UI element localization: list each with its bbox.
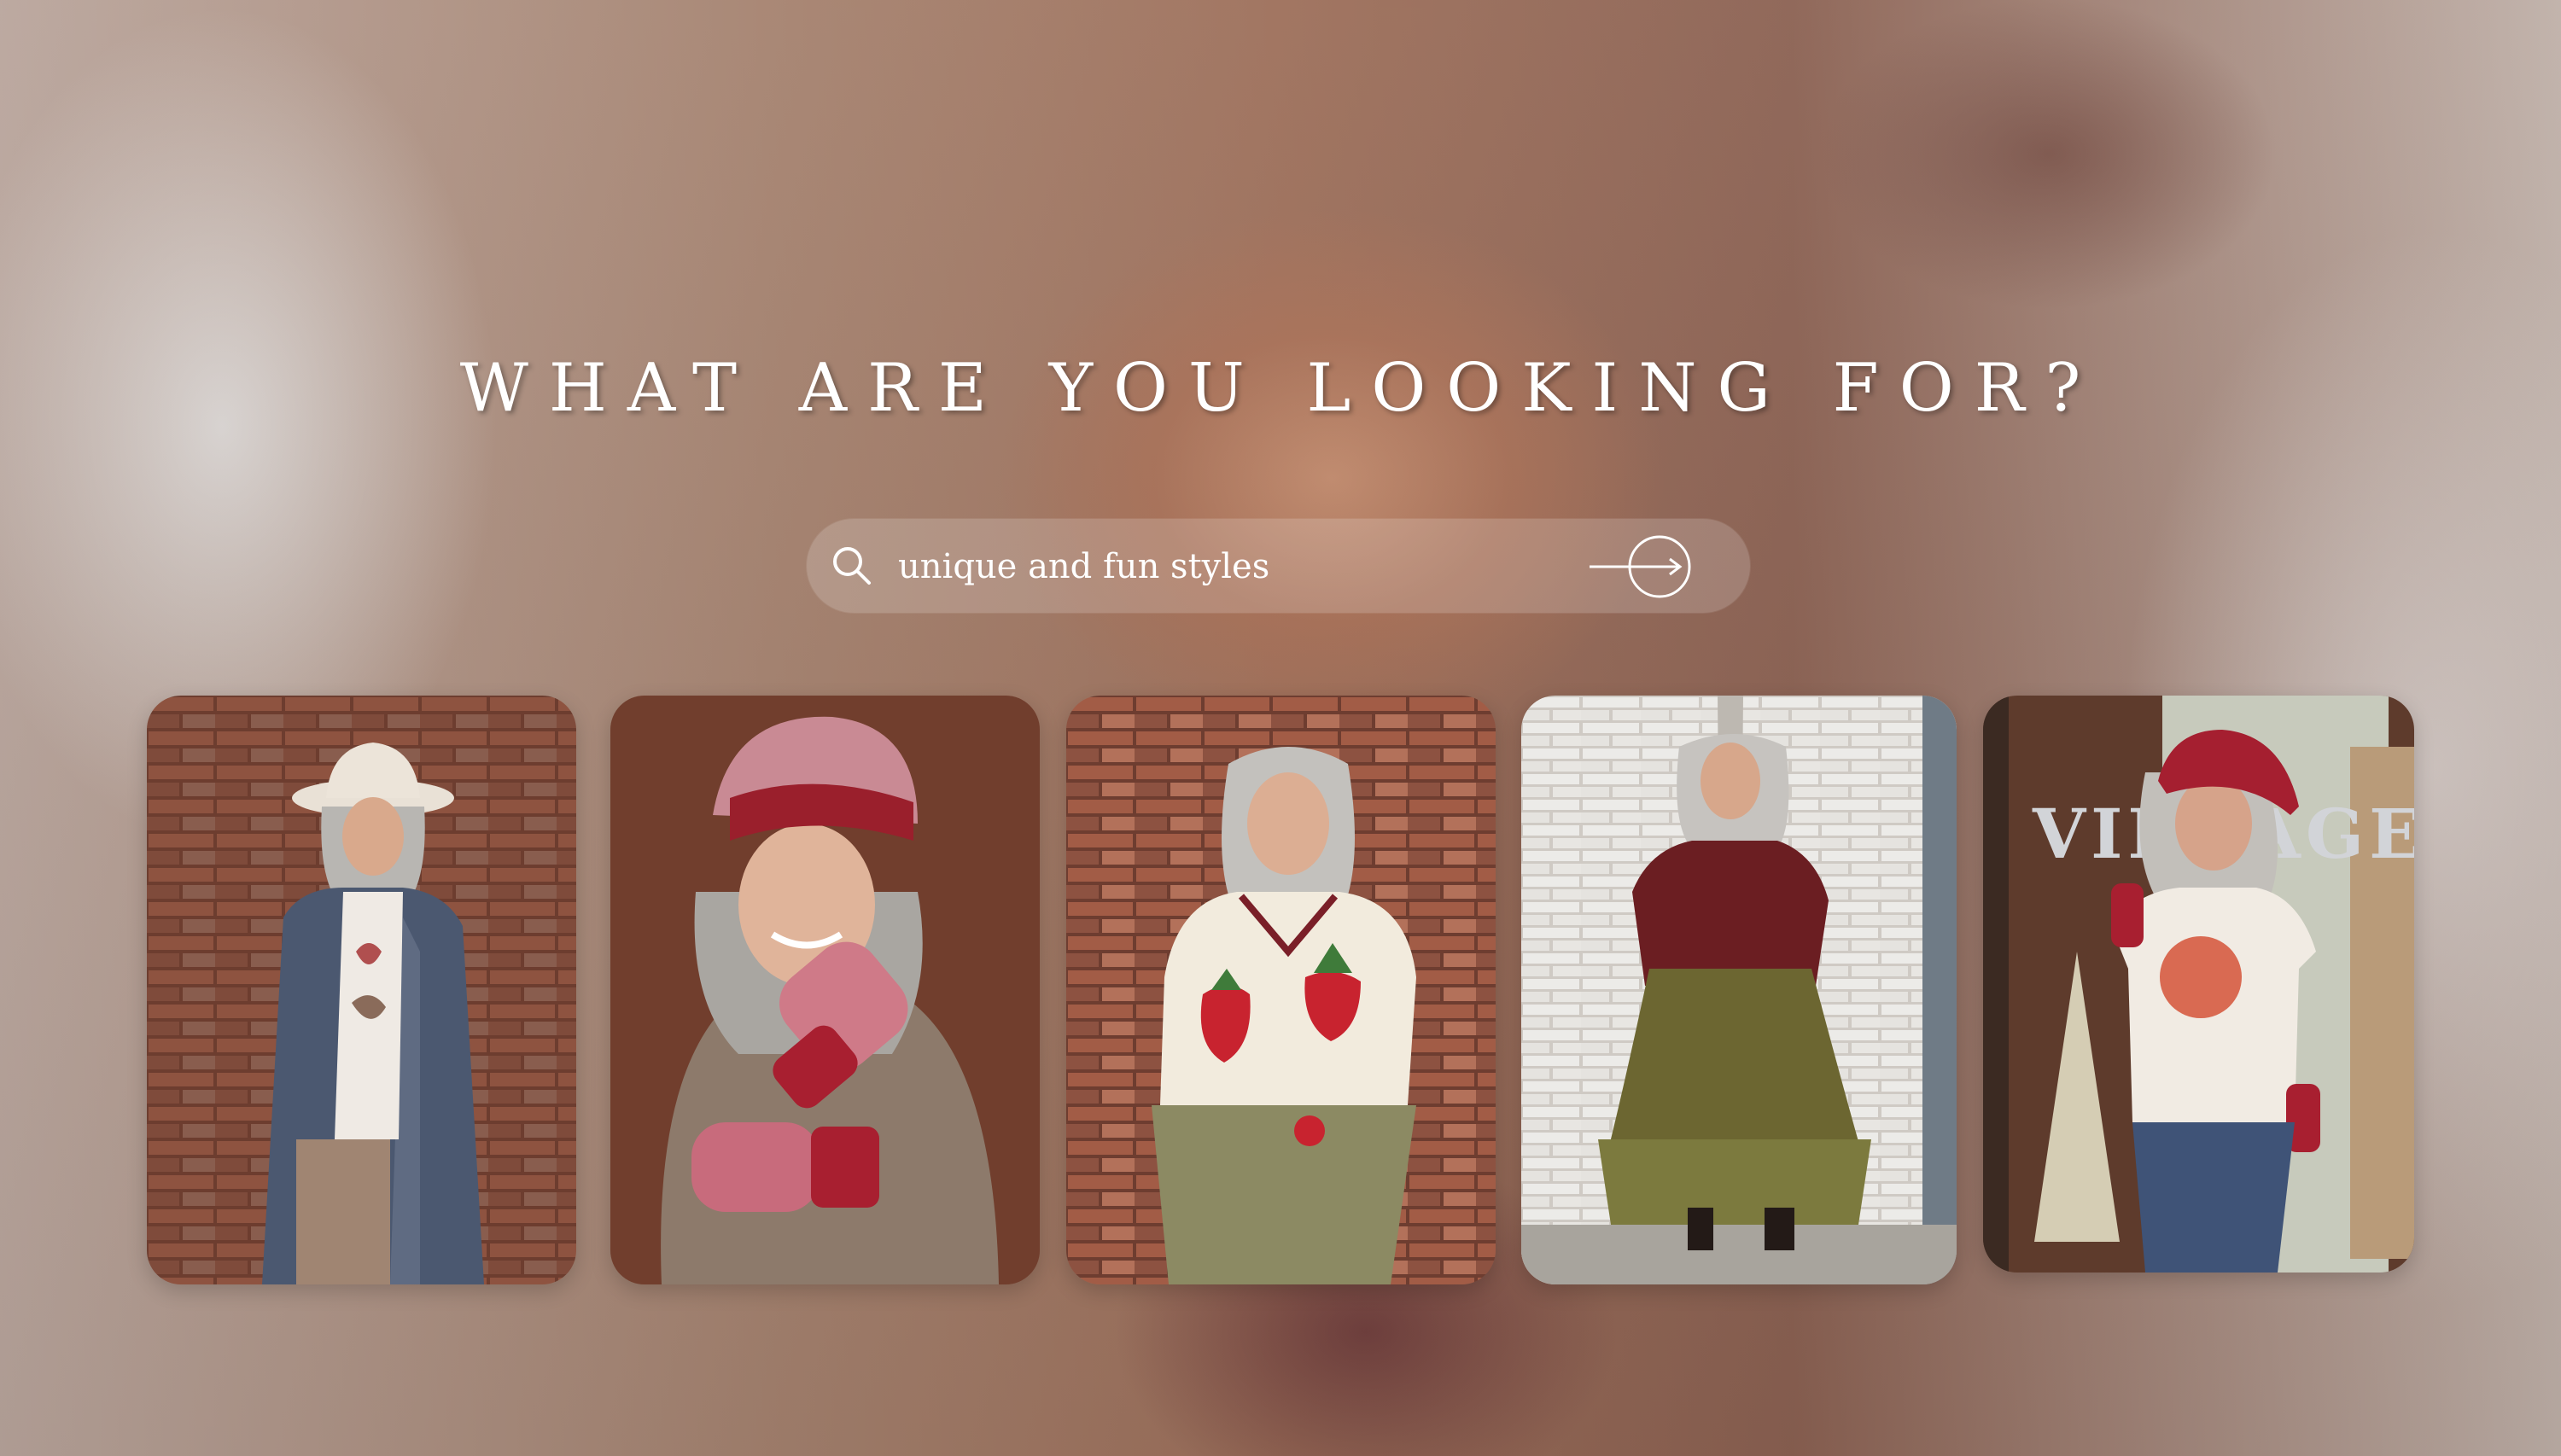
gallery-card-4[interactable] — [1521, 696, 1957, 1284]
photo-hat-denim-coat — [147, 696, 576, 1284]
gallery-card-1[interactable] — [147, 696, 576, 1284]
photo-vintage-store-tee: VINTAGE — [1983, 696, 2414, 1273]
photo-knit-beanie-mittens — [610, 696, 1040, 1284]
search-bar[interactable] — [807, 519, 1750, 613]
photo-burgundy-jacket-skirt — [1521, 696, 1957, 1284]
arrow-right-circle-icon[interactable] — [1588, 534, 1695, 599]
search-input[interactable] — [896, 536, 1497, 597]
search-icon[interactable] — [831, 545, 873, 587]
page-headline: WHAT ARE YOU LOOKING FOR? — [459, 350, 2102, 427]
style-gallery: VINTAGE — [0, 696, 2561, 1284]
gallery-card-3[interactable] — [1066, 696, 1496, 1284]
gallery-card-2[interactable] — [610, 696, 1040, 1284]
gallery-card-5[interactable]: VINTAGE — [1983, 696, 2414, 1273]
photo-strawberry-cardigan — [1066, 696, 1496, 1284]
